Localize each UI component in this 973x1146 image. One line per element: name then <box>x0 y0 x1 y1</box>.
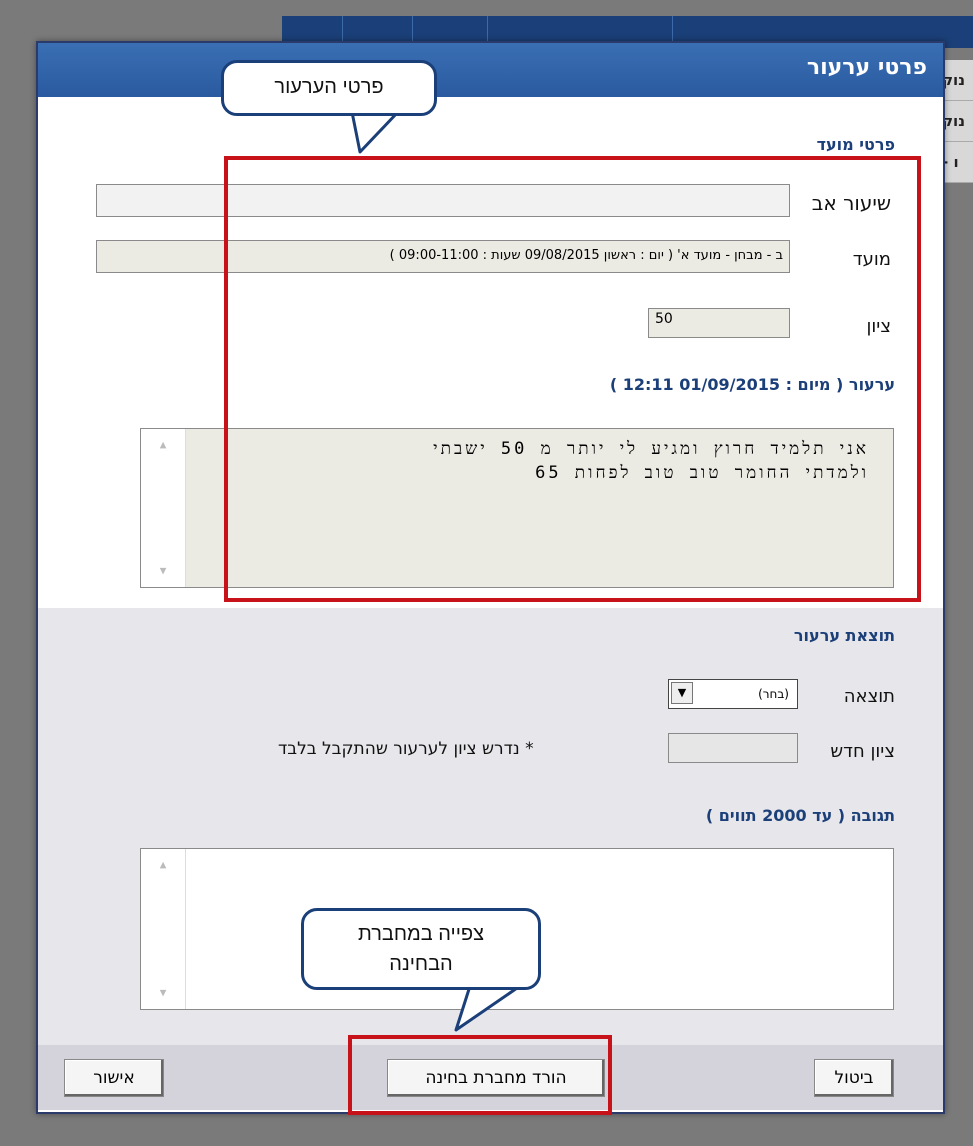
callout-text: הבחינה <box>389 953 453 975</box>
confirm-button[interactable]: אישור <box>64 1059 164 1097</box>
response-title: תגובה ( עד 2000 תווים ) <box>705 806 895 825</box>
cancel-button[interactable]: ביטול <box>814 1059 894 1097</box>
callout-view-exam: צפייה במחברת הבחינה <box>301 908 541 990</box>
new-grade-label: ציון חדש <box>830 741 895 762</box>
new-grade-note: * נדרש ציון לערעור שהתקבל בלבד <box>278 739 534 759</box>
callout-text: פרטי הערעור <box>274 76 384 98</box>
scroll-down-icon[interactable]: ▼ <box>157 987 169 999</box>
scroll-down-icon[interactable]: ▼ <box>157 565 169 577</box>
result-section-title: תוצאת ערעור <box>793 626 895 645</box>
result-selected: (בחר) <box>758 687 789 701</box>
callout-text: צפייה במחברת <box>357 923 485 945</box>
chevron-down-icon[interactable]: ▼ <box>671 682 693 704</box>
callout-appeal-details: פרטי הערעור <box>221 60 437 116</box>
dialog-title: פרטי ערעור <box>806 55 927 80</box>
appeal-scrollbar[interactable]: ▲ ▼ <box>141 429 186 587</box>
scroll-up-icon[interactable]: ▲ <box>157 859 169 871</box>
slot-section-title: פרטי מועד <box>816 135 895 154</box>
download-button-highlight <box>348 1035 612 1115</box>
dialog-titlebar: פרטי ערעור <box>38 43 943 97</box>
scroll-up-icon[interactable]: ▲ <box>157 439 169 451</box>
new-grade-field[interactable] <box>668 733 798 763</box>
appeal-details-highlight <box>224 156 921 602</box>
response-scrollbar[interactable]: ▲ ▼ <box>141 849 186 1009</box>
result-label: תוצאה <box>843 686 895 707</box>
result-select[interactable]: ▼ (בחר) <box>668 679 798 709</box>
